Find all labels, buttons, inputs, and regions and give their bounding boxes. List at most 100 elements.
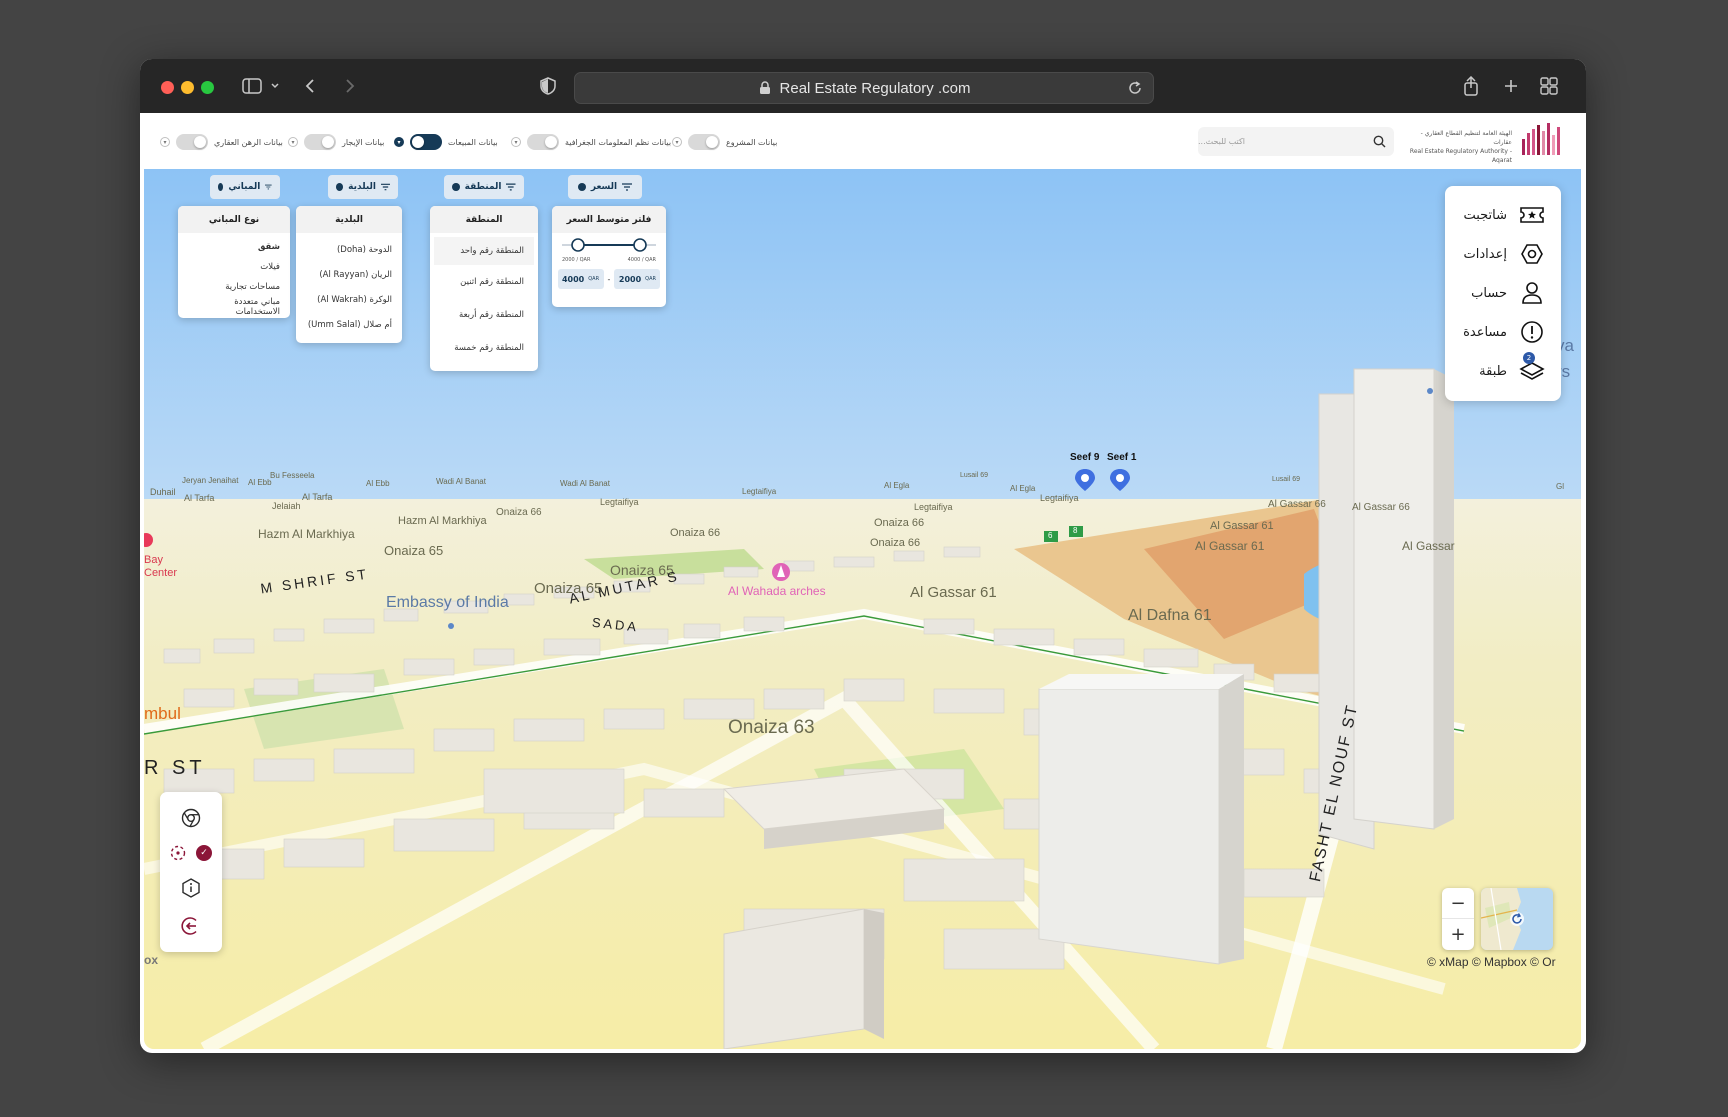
close-window-button[interactable] xyxy=(161,81,174,94)
chevron-down-icon[interactable]: ▾ xyxy=(288,137,298,147)
search-input[interactable]: اكتب للبحث... xyxy=(1198,127,1394,156)
toggle-rental-data[interactable]: بيانات الإيجار ▾ xyxy=(288,131,384,153)
zone-filter-button[interactable]: المنطقة xyxy=(444,175,524,199)
price-range-slider[interactable] xyxy=(552,233,666,257)
map-label: Gl xyxy=(1556,482,1564,491)
chevron-down-icon[interactable]: ▾ xyxy=(511,137,521,147)
slider-ticks: 2000 / QAR 4000 / QAR xyxy=(552,257,666,263)
building-type-option[interactable]: مباني متعددة الاستخدامات xyxy=(178,297,290,317)
map-label: Jeryan Jenaihat xyxy=(182,476,239,485)
back-arrow-icon[interactable] xyxy=(300,73,320,99)
map-view[interactable]: Duhail Jeryan Jenaihat Al Ebb Bu Fesseel… xyxy=(144,169,1581,1049)
map-label: Al Dafna 61 xyxy=(1128,607,1212,624)
price-filter-button[interactable]: السعر xyxy=(568,175,642,199)
buildings-filter-button[interactable]: المباني xyxy=(210,175,280,199)
chevron-down-icon[interactable]: ▾ xyxy=(394,137,404,147)
municipality-option[interactable]: الدوحة (Doha) xyxy=(296,237,402,262)
map-label: Onaiza 65 xyxy=(384,543,444,558)
map-label: Center xyxy=(144,567,178,579)
chevron-down-icon[interactable] xyxy=(268,73,282,99)
municipality-option[interactable]: أم صلال (Umm Salal) xyxy=(296,312,402,337)
buildings-filter-panel: نوع المباني شقق فيلات مساحات تجارية مبان… xyxy=(178,206,290,318)
toggle-sales-data[interactable]: بيانات المبيعات ▾ xyxy=(394,131,498,153)
toggle-label: بيانات الإيجار xyxy=(342,137,385,147)
sidebar-item-label: شاتجبت xyxy=(1463,207,1507,223)
map-label: Onaiza 66 xyxy=(870,537,921,549)
minimap[interactable] xyxy=(1481,888,1553,950)
toggle-switch[interactable] xyxy=(527,134,559,150)
share-icon[interactable] xyxy=(1460,73,1482,99)
map-label: Wadi Al Banat xyxy=(560,479,610,488)
municipality-option[interactable]: الريان (Al Rayyan) xyxy=(296,262,402,287)
chrome-circle-icon xyxy=(181,808,201,828)
price-min-input[interactable]: 2000 QAR xyxy=(614,269,661,289)
reload-icon[interactable] xyxy=(1127,80,1143,96)
info-hexagon-tool-button[interactable] xyxy=(160,871,222,905)
building-type-option[interactable]: شقق xyxy=(178,237,290,257)
building-type-option[interactable]: مساحات تجارية xyxy=(178,277,290,297)
toggle-project-data[interactable]: بيانات المشروع ▾ xyxy=(672,131,777,153)
chrome-tool-button[interactable] xyxy=(160,801,222,835)
map-label: Duhail xyxy=(150,487,176,497)
zone-option[interactable]: المنطقة رقم خمسة xyxy=(434,331,534,364)
chevron-down-icon[interactable]: ▾ xyxy=(160,137,170,147)
zone-option[interactable]: المنطقة رقم أربعة xyxy=(434,298,534,331)
filter-button-label: المنطقة xyxy=(464,182,502,192)
panel-title: نوع المباني xyxy=(178,206,290,233)
sidebar-toggle-icon[interactable] xyxy=(240,73,264,99)
map-label: Al Ebb xyxy=(248,478,272,487)
building-type-option[interactable]: فيلات xyxy=(178,257,290,277)
toggle-mortgage-data[interactable]: بيانات الرهن العقاري ▾ xyxy=(160,131,283,153)
sidebar-item-layer[interactable]: طبقة 2 xyxy=(1445,352,1561,386)
slider-max-tick: 4000 / QAR xyxy=(627,257,656,263)
map-label: Onaiza 66 xyxy=(874,517,925,529)
user-icon xyxy=(1519,280,1545,306)
municipality-filter-button[interactable]: البلدية xyxy=(328,175,398,199)
toggle-switch[interactable] xyxy=(304,134,336,150)
map-label: Hazm Al Markhiya xyxy=(398,515,487,527)
filter-icon xyxy=(381,183,390,191)
zone-option[interactable]: المنطقة رقم اثنين xyxy=(434,265,534,298)
toggle-gis-data[interactable]: بيانات نظم المعلومات الجغرافية ▾ xyxy=(511,131,671,153)
map-label: Al Gassar 61 xyxy=(1210,520,1274,532)
map-label: Bay xyxy=(144,554,163,566)
toggle-switch[interactable] xyxy=(688,134,720,150)
forward-arrow-icon[interactable] xyxy=(340,73,360,99)
poi-dot xyxy=(448,623,454,629)
sidebar-item-settings[interactable]: إعدادات xyxy=(1445,239,1561,269)
tab-overview-icon[interactable] xyxy=(1538,73,1560,99)
logout-tool-button[interactable] xyxy=(160,909,222,943)
authority-logo-icon xyxy=(1522,123,1560,155)
search-icon xyxy=(1373,135,1386,148)
minimize-window-button[interactable] xyxy=(181,81,194,94)
municipality-option[interactable]: الوكرة (Al Wakrah) xyxy=(296,287,402,312)
map-attribution[interactable]: © xMap © Mapbox © Or xyxy=(1427,955,1556,969)
route-number: 6 xyxy=(1048,531,1053,540)
poi-al-wahada-arches[interactable] xyxy=(772,563,790,581)
route-number: 8 xyxy=(1073,526,1078,535)
sidebar-item-chatgpt[interactable]: شاتجبت xyxy=(1445,200,1561,230)
zoom-in-button[interactable]: + xyxy=(1442,919,1474,950)
privacy-shield-icon[interactable] xyxy=(538,73,558,99)
select-area-tool-button[interactable]: ✓ xyxy=(160,836,222,870)
chevron-down-icon[interactable]: ▾ xyxy=(672,137,682,147)
price-max-input[interactable]: 4000 QAR xyxy=(557,269,604,289)
slider-min-handle[interactable] xyxy=(571,238,585,252)
toggle-switch[interactable] xyxy=(410,134,442,150)
zoom-out-button[interactable]: − xyxy=(1442,888,1474,919)
zoom-controls: − + xyxy=(1442,888,1474,950)
maximize-window-button[interactable] xyxy=(201,81,214,94)
sidebar-item-account[interactable]: حساب xyxy=(1445,278,1561,308)
address-bar[interactable]: Real Estate Regulatory .com xyxy=(574,72,1154,104)
dashed-selection-icon xyxy=(170,845,186,861)
zone-option[interactable]: المنطقة رقم واحد xyxy=(434,237,534,265)
sidebar-item-help[interactable]: مساعدة xyxy=(1445,317,1561,347)
recenter-icon[interactable] xyxy=(1510,912,1524,926)
new-tab-plus-icon[interactable] xyxy=(1500,73,1522,99)
map-label: Legtaifiya xyxy=(1040,493,1079,503)
help-exclamation-icon xyxy=(1519,319,1545,345)
slider-max-handle[interactable] xyxy=(633,238,647,252)
toggle-switch[interactable] xyxy=(176,134,208,150)
map-label: Hazm Al Markhiya xyxy=(258,527,355,541)
map-label: mbul xyxy=(144,704,181,723)
